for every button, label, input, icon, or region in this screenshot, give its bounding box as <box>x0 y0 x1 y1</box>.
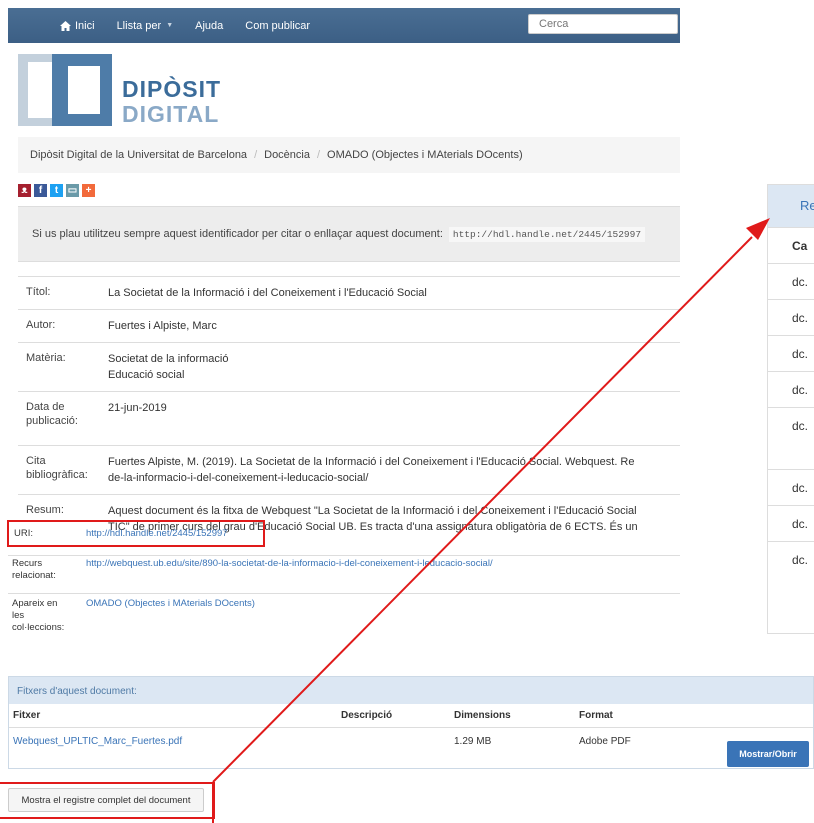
home-icon <box>60 20 71 31</box>
breadcrumb-item[interactable]: OMADO (Objectes i MAterials DOcents) <box>327 149 523 161</box>
table-row: dc. <box>768 335 814 371</box>
breadcrumb-item[interactable]: Dipòsit Digital de la Universitat de Bar… <box>30 149 247 161</box>
collections-label: les <box>12 610 25 621</box>
breadcrumb-item[interactable]: Docència <box>264 149 310 161</box>
citation-label: bibliogràfica: <box>26 469 88 481</box>
table-row: dc. <box>768 299 814 335</box>
panel-heading: Re <box>768 185 814 227</box>
uri-highlight-box <box>7 520 265 547</box>
print-icon[interactable]: ▭ <box>66 184 79 197</box>
citation-notice: Si us plau utilitzeu sempre aquest ident… <box>18 206 680 262</box>
nav-browse-label: Llista per <box>116 19 162 32</box>
subject-label: Matèria: <box>26 352 66 364</box>
col-dimensions: Dimensions <box>454 710 511 721</box>
table-row: Títol: La Societat de la Informació i de… <box>18 276 680 309</box>
table-row: Cita bibliogràfica: Fuertes Alpiste, M. … <box>18 445 680 494</box>
date-value: 21-jun-2019 <box>108 402 167 414</box>
logo-text-top: DIPÒSIT <box>122 76 222 102</box>
related-label: relacionat: <box>12 570 56 581</box>
files-header-row: Fitxer Descripció Dimensions Format <box>9 704 813 728</box>
abstract-value: Aquest document és la fitxa de Webquest … <box>108 505 637 517</box>
file-link[interactable]: Webquest_UPLTIC_Marc_Fuertes.pdf <box>13 736 182 747</box>
nav-publish-label: Com publicar <box>245 19 311 32</box>
citation-text: Si us plau utilitzeu sempre aquest ident… <box>32 228 443 240</box>
subject-value: Societat de la informació <box>108 353 229 365</box>
table-row: Webquest_UPLTIC_Marc_Fuertes.pdf 1.29 MB… <box>9 728 813 768</box>
nav-publish[interactable]: Com publicar <box>245 20 310 32</box>
caret-down-icon: ▼ <box>166 22 174 29</box>
collections-label: col·leccions: <box>12 622 65 633</box>
table-row: dc. <box>768 541 814 581</box>
title-label: Títol: <box>26 286 51 298</box>
full-record-panel: Re Ca dc. dc. dc. dc. dc. dc. dc. dc. <box>767 184 814 634</box>
citation-url: http://hdl.handle.net/2445/152997 <box>448 226 646 242</box>
file-format: Adobe PDF <box>579 736 631 747</box>
citation-value: de-la-informacio-i-del-coneixement-i-led… <box>108 472 369 484</box>
nav-help-label: Ajuda <box>195 19 224 32</box>
files-heading: Fitxers d'aquest document: <box>9 677 813 704</box>
table-row: dc. <box>768 505 814 541</box>
col-format: Format <box>579 710 613 721</box>
mendeley-icon[interactable]: ᴥ <box>18 184 31 197</box>
citation-value: Fuertes Alpiste, M. (2019). La Societat … <box>108 456 635 468</box>
collections-link[interactable]: OMADO (Objectes i MAterials DOcents) <box>86 598 255 634</box>
related-row: Recurs relacionat: http://webquest.ub.ed… <box>8 555 680 582</box>
search-input[interactable] <box>528 14 678 34</box>
related-label: Recurs <box>12 558 43 569</box>
table-row: dc. <box>768 263 814 299</box>
nav-home[interactable]: Inici <box>60 20 95 32</box>
title-value: La Societat de la Informació i del Conei… <box>108 287 427 299</box>
related-link[interactable]: http://webquest.ub.edu/site/890-la-socie… <box>86 558 493 582</box>
share-bar: ᴥ f t ▭ + <box>18 184 95 197</box>
add-icon[interactable]: + <box>82 184 95 197</box>
facebook-icon[interactable]: f <box>34 184 47 197</box>
file-size: 1.29 MB <box>454 736 492 747</box>
collections-row: Apareix en les col·leccions: OMADO (Obje… <box>8 593 680 634</box>
author-link[interactable]: Fuertes i Alpiste, Marc <box>108 318 680 334</box>
col-file: Fitxer <box>13 710 41 721</box>
metadata-table: Títol: La Societat de la Informació i de… <box>18 276 680 543</box>
logo-mark-icon <box>18 54 112 126</box>
citation-label: Cita <box>26 455 46 467</box>
open-file-button[interactable]: Mostrar/Obrir <box>727 741 809 767</box>
collections-label: Apareix en <box>12 598 58 609</box>
nav-browse[interactable]: Llista per ▼ <box>117 20 174 32</box>
nav-help[interactable]: Ajuda <box>195 20 223 32</box>
repository-logo[interactable]: DIPÒSIT DIGITAL <box>18 52 238 128</box>
date-label: publicació: <box>26 415 78 427</box>
table-row: dc. <box>768 469 814 505</box>
table-row: Autor: Fuertes i Alpiste, Marc <box>18 309 680 342</box>
col-description: Descripció <box>341 710 393 721</box>
author-label: Autor: <box>26 319 56 331</box>
subject-value: Educació social <box>108 369 185 381</box>
breadcrumb: Dipòsit Digital de la Universitat de Bar… <box>18 137 680 173</box>
table-row: Data de publicació: 21-jun-2019 <box>18 391 680 445</box>
table-row: dc. <box>768 407 814 469</box>
button-highlight-box <box>0 782 215 819</box>
table-row: Matèria: Societat de la informació Educa… <box>18 342 680 391</box>
nav-home-label: Inici <box>75 19 95 32</box>
twitter-icon[interactable]: t <box>50 184 63 197</box>
table-row: Ca <box>768 227 814 263</box>
table-row: dc. <box>768 371 814 407</box>
files-panel: Fitxers d'aquest document: Fitxer Descri… <box>8 676 814 769</box>
logo-text-bottom: DIGITAL <box>122 101 220 127</box>
date-label: Data de <box>26 401 65 413</box>
